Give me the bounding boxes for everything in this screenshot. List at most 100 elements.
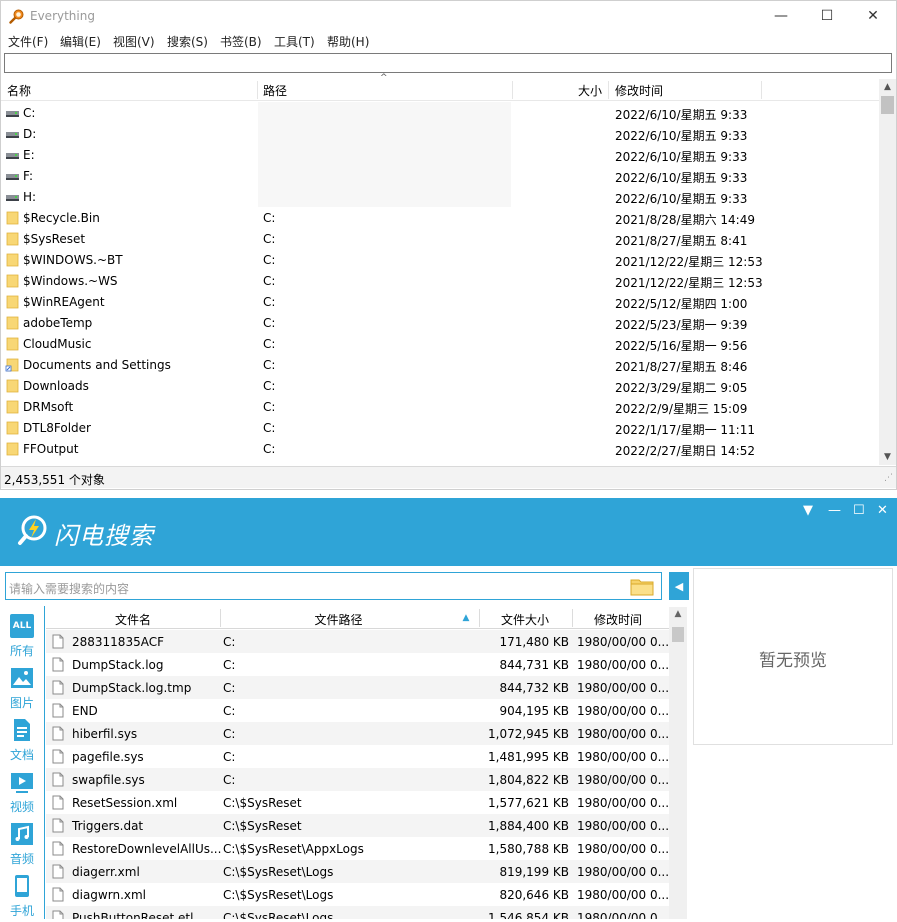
scroll-down-arrow-icon[interactable]: ▼ xyxy=(879,449,896,465)
menu-tools[interactable]: 工具(T) xyxy=(274,33,315,50)
file-modified: 2021/8/27/星期五 8:46 xyxy=(615,360,748,374)
table-row[interactable]: H: 2022/6/10/星期五 9:33 xyxy=(1,186,879,207)
column-divider[interactable] xyxy=(257,81,258,99)
folder-shortcut-icon xyxy=(5,358,19,372)
menu-file[interactable]: 文件(F) xyxy=(8,33,48,50)
category-audio[interactable]: 音频 xyxy=(0,818,44,870)
maximize-button[interactable]: ☐ xyxy=(804,1,850,31)
file-size: 844,732 KB xyxy=(499,681,569,695)
folder-icon[interactable] xyxy=(630,577,654,596)
file-path: C: xyxy=(263,358,276,372)
menu-edit[interactable]: 编辑(E) xyxy=(60,33,101,50)
resize-grip-icon[interactable]: ⋰ xyxy=(884,473,893,483)
table-row[interactable]: Downloads C: 2022/3/29/星期二 9:05 xyxy=(1,375,879,396)
table-row[interactable]: diagerr.xml C:\$SysReset\Logs 819,199 KB 19… xyxy=(46,860,669,883)
table-row[interactable]: DRMsoft C: 2022/2/9/星期三 15:09 xyxy=(1,396,879,417)
menu-dropdown-button[interactable]: ▼ xyxy=(803,503,813,518)
table-row[interactable]: RestoreDownlevelAllUs... C:\$SysReset\App… xyxy=(46,837,669,860)
file-name: C: xyxy=(23,106,36,120)
table-row[interactable]: END C: 904,195 KB 1980/00/00 0... xyxy=(46,699,669,722)
table-row[interactable]: adobeTemp C: 2022/5/23/星期一 9:39 xyxy=(1,312,879,333)
category-documents[interactable]: 文档 xyxy=(0,714,44,766)
scroll-up-arrow-icon[interactable]: ▲ xyxy=(669,609,687,623)
file-size: 819,199 KB xyxy=(499,865,569,879)
menu-bookmarks[interactable]: 书签(B) xyxy=(220,33,262,50)
table-row[interactable]: DTL8Folder C: 2022/1/17/星期一 11:11 xyxy=(1,417,879,438)
file-size: 820,646 KB xyxy=(499,888,569,902)
table-row[interactable]: $Windows.~WS C: 2021/12/22/星期三 12:53 xyxy=(1,270,879,291)
table-row[interactable]: 288311835ACF C: 171,480 KB 1980/00/00 0... xyxy=(46,630,669,653)
category-video[interactable]: 视频 xyxy=(0,766,44,818)
column-size[interactable]: 大小 xyxy=(578,82,602,99)
column-divider[interactable] xyxy=(608,81,609,99)
category-images[interactable]: 图片 xyxy=(0,662,44,714)
column-divider[interactable] xyxy=(761,81,762,99)
file-path: C: xyxy=(223,773,236,787)
table-row[interactable]: F: 2022/6/10/星期五 9:33 xyxy=(1,165,879,186)
table-row[interactable]: Triggers.dat C:\$SysReset 1,884,400 KB 1980… xyxy=(46,814,669,837)
folder-icon xyxy=(6,253,19,267)
file-modified: 2021/8/28/星期六 14:49 xyxy=(615,213,755,227)
category-label: 音频 xyxy=(9,852,34,866)
table-row[interactable]: $Recycle.Bin C: 2021/8/28/星期六 14:49 xyxy=(1,207,879,228)
category-label: 图片 xyxy=(9,696,34,710)
column-divider[interactable] xyxy=(512,81,513,99)
file-name: pagefile.sys xyxy=(72,750,144,764)
table-row[interactable]: D: 2022/6/10/星期五 9:33 xyxy=(1,123,879,144)
table-row[interactable]: E: 2022/6/10/星期五 9:33 xyxy=(1,144,879,165)
table-row[interactable]: $WinREAgent C: 2022/5/12/星期四 1:00 xyxy=(1,291,879,312)
file-name: 288311835ACF xyxy=(72,635,164,649)
column-name[interactable]: 名称 xyxy=(7,82,31,99)
table-row[interactable]: $SysReset C: 2021/8/27/星期五 8:41 xyxy=(1,228,879,249)
category-all[interactable]: ALL 所有 xyxy=(0,610,44,662)
category-phone[interactable]: 手机 xyxy=(0,870,44,922)
table-row[interactable]: pagefile.sys C: 1,481,995 KB 1980/00/00 0..… xyxy=(46,745,669,768)
scroll-thumb[interactable] xyxy=(881,96,894,114)
table-row[interactable]: PushButtonReset.etl C:\$SysReset\Logs 1,54… xyxy=(46,906,669,919)
table-row[interactable]: FFOutput C: 2022/2/27/星期日 14:52 xyxy=(1,438,879,459)
search-input[interactable]: 请输入需要搜索的内容 xyxy=(5,572,662,600)
vertical-scrollbar[interactable]: ▲ ▼ xyxy=(879,79,896,465)
table-row[interactable]: CloudMusic C: 2022/5/16/星期一 9:56 xyxy=(1,333,879,354)
file-path: C: xyxy=(263,379,276,393)
scroll-thumb[interactable] xyxy=(672,627,684,642)
file-path: C: xyxy=(263,211,276,225)
object-count: 2,453,551 个对象 xyxy=(4,473,105,487)
minimize-button[interactable]: — xyxy=(828,503,841,518)
table-row[interactable]: swapfile.sys C: 1,804,822 KB 1980/00/00 0..… xyxy=(46,768,669,791)
file-modified: 1980/00/00 0... xyxy=(577,704,669,718)
folder-icon xyxy=(6,400,19,414)
menu-help[interactable]: 帮助(H) xyxy=(327,33,369,50)
sort-ascending-icon[interactable]: ▲ xyxy=(456,613,476,623)
table-row[interactable]: DumpStack.log.tmp C: 844,732 KB 1980/00/00 … xyxy=(46,676,669,699)
search-input[interactable] xyxy=(4,53,892,73)
close-button[interactable]: ✕ xyxy=(850,1,896,31)
drive-icon xyxy=(6,174,19,180)
table-row[interactable]: $WINDOWS.~BT C: 2021/12/22/星期三 12:53 xyxy=(1,249,879,270)
scroll-up-arrow-icon[interactable]: ▲ xyxy=(879,79,896,95)
category-label: 视频 xyxy=(9,800,34,814)
table-row[interactable]: Documents and Settings C: 2021/8/27/星期五 8:… xyxy=(1,354,879,375)
column-modified[interactable]: 修改时间 xyxy=(615,82,663,99)
collapse-preview-button[interactable]: ◀ xyxy=(669,572,689,600)
table-row[interactable]: DumpStack.log C: 844,731 KB 1980/00/00 0... xyxy=(46,653,669,676)
minimize-button[interactable]: — xyxy=(758,1,804,31)
table-row[interactable]: diagwrn.xml C:\$SysReset\Logs 820,646 KB 19… xyxy=(46,883,669,906)
menu-search[interactable]: 搜索(S) xyxy=(167,33,208,50)
maximize-button[interactable]: ☐ xyxy=(853,503,865,518)
close-button[interactable]: ✕ xyxy=(877,503,888,518)
table-row[interactable]: ResetSession.xml C:\$SysReset 1,577,621 KB… xyxy=(46,791,669,814)
table-row[interactable]: C: 2022/6/10/星期五 9:33 xyxy=(1,102,879,123)
column-filename[interactable]: 文件名 xyxy=(46,611,220,628)
column-filepath[interactable]: 文件路径 xyxy=(221,611,456,628)
menu-view[interactable]: 视图(V) xyxy=(113,33,155,50)
preview-panel: 暂无预览 xyxy=(693,568,893,745)
table-row[interactable]: hiberfil.sys C: 1,072,945 KB 1980/00/00 0..… xyxy=(46,722,669,745)
file-size: 1,546,854 KB xyxy=(488,911,569,919)
column-modified[interactable]: 修改时间 xyxy=(573,611,663,628)
file-size: 1,884,400 KB xyxy=(488,819,569,833)
vertical-scrollbar[interactable]: ▲ xyxy=(669,607,687,919)
column-filesize[interactable]: 文件大小 xyxy=(480,611,570,628)
file-icon xyxy=(52,841,64,856)
column-path[interactable]: 路径 xyxy=(263,82,287,99)
